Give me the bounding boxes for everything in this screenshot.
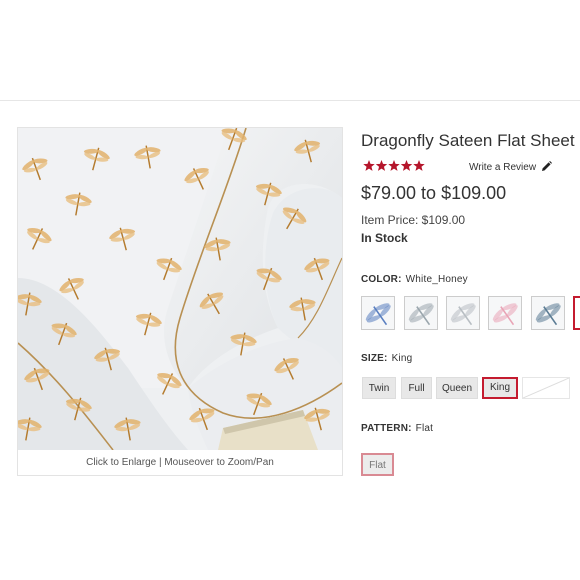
star-icon [388,160,400,171]
color-swatch-pink[interactable] [488,296,522,330]
item-price: Item Price: $109.00 [361,213,466,227]
product-image[interactable] [18,128,342,450]
size-option-full[interactable]: Full [401,377,432,399]
size-label: SIZE: [361,353,388,364]
star-icons [363,160,425,171]
size-option-label: SIZE: King [361,353,412,364]
size-option-king[interactable]: King [482,377,518,399]
image-caption[interactable]: Click to Enlarge | Mouseover to Zoom/Pan [18,452,342,474]
color-swatch-silver[interactable] [446,296,480,330]
dragonfly-sheet-photo [18,128,342,450]
pattern-option-label: PATTERN: Flat [361,423,433,434]
write-review-link[interactable]: Write a Review [469,161,552,173]
color-label: COLOR: [361,274,402,285]
pattern-option-flat[interactable]: Flat [361,453,394,476]
star-icon [375,160,388,171]
pencil-icon [541,161,552,171]
color-swatch-slate[interactable] [531,296,565,330]
price-range: $79.00 to $109.00 [361,183,507,203]
size-selected-value: King [391,353,413,364]
star-rating[interactable] [363,159,427,173]
pattern-label: PATTERN: [361,423,412,434]
product-title: Dragonfly Sateen Flat Sheet [361,131,575,150]
product-image-panel: Click to Enlarge | Mouseover to Zoom/Pan [17,127,343,476]
unavailable-strike [522,377,570,399]
color-swatch-grey[interactable] [404,296,438,330]
color-selected-value: White_Honey [405,274,468,285]
size-option-queen[interactable]: Queen [436,377,478,399]
header-divider [0,100,580,101]
color-option-label: COLOR: White_Honey [361,274,468,285]
star-icon [413,160,425,171]
stock-status: In Stock [361,231,408,245]
color-swatch-white-honey[interactable] [573,296,580,330]
star-icon [400,160,413,171]
pattern-selected-value: Flat [415,423,434,434]
size-option-unavailable [522,377,570,399]
star-icon [363,160,375,171]
color-swatch-blue[interactable] [361,296,395,330]
write-review-label: Write a Review [469,162,537,173]
size-option-twin[interactable]: Twin [362,377,396,399]
